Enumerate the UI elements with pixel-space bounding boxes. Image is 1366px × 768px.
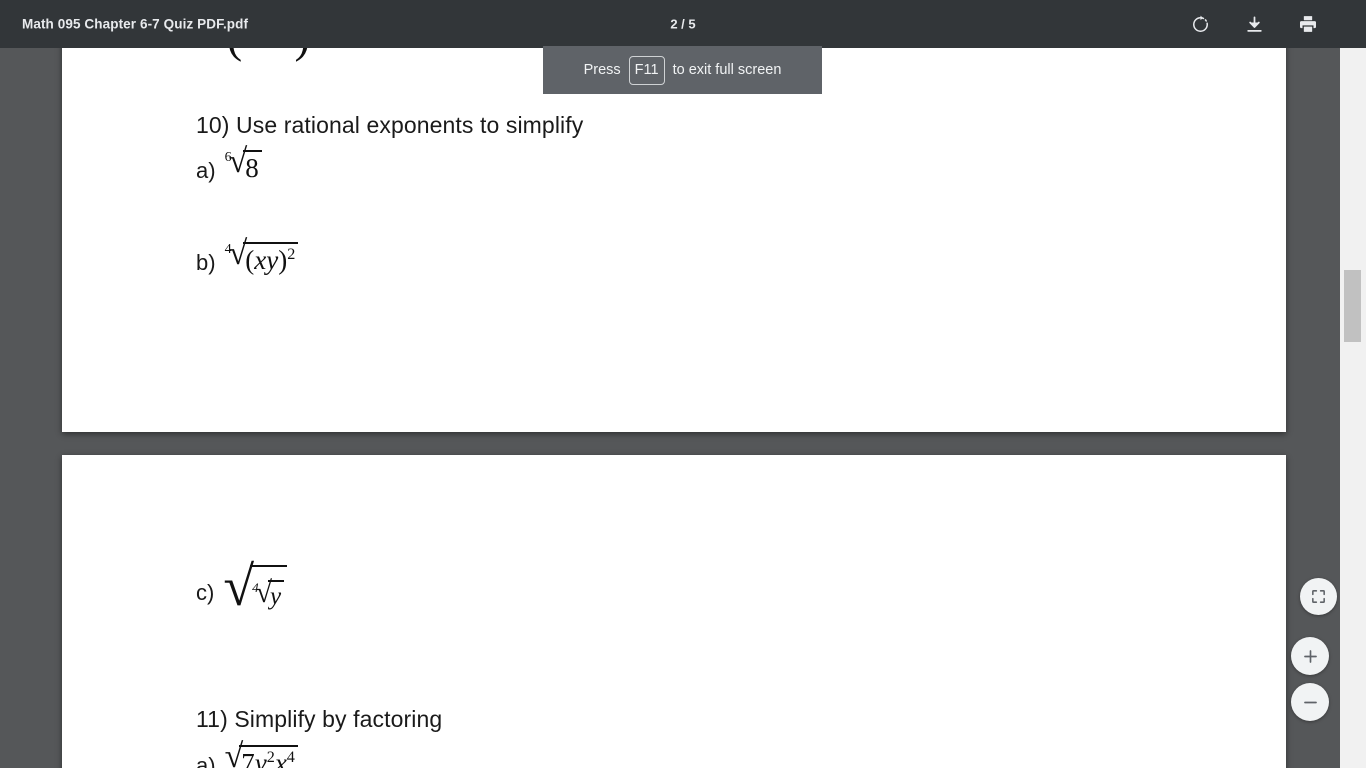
question-11-text: Simplify by factoring <box>234 706 443 732</box>
question-10-part-b: b) 4 √ (xy)2 <box>196 237 299 276</box>
fit-page-icon <box>1310 588 1327 605</box>
document-viewport[interactable]: c) (55x-4) 10) Use rational exponents to… <box>0 48 1340 768</box>
toolbar-actions <box>1186 10 1322 38</box>
question-10-part-c: c) √ 4 √ y <box>196 556 288 618</box>
scrollbar-thumb[interactable] <box>1344 270 1361 342</box>
inner-radical-expression: 4 √ y <box>252 578 285 610</box>
question-10-prompt: 10) Use rational exponents to simplify <box>196 112 583 139</box>
minus-icon <box>1301 693 1320 712</box>
pdf-viewer-window: c) (55x-4) 10) Use rational exponents to… <box>0 0 1366 768</box>
pdf-page-1: c) (55x-4) 10) Use rational exponents to… <box>62 48 1286 432</box>
outer-radicand: 4 √ y <box>250 565 288 610</box>
radical-index: 6 <box>224 150 232 165</box>
fit-page-button[interactable] <box>1300 578 1337 615</box>
rotate-button[interactable] <box>1186 10 1214 38</box>
radical-expression: 6 √ 8 <box>224 145 262 182</box>
download-button[interactable] <box>1240 10 1268 38</box>
pdf-page-2: c) √ 4 √ y 11) Simplify by factoring a) … <box>62 455 1286 768</box>
question-10-text: Use rational exponents to simplify <box>236 112 584 138</box>
pdf-toolbar: Math 095 Chapter 6-7 Quiz PDF.pdf 2 / 5 <box>0 0 1366 48</box>
part-label-a: a) <box>196 158 216 184</box>
close-paren: ) <box>294 48 309 59</box>
print-icon <box>1298 14 1318 34</box>
banner-prefix-text: Press <box>583 62 621 78</box>
rotate-icon <box>1191 15 1210 34</box>
radical-sign-icon: √ <box>223 556 255 618</box>
zoom-in-button[interactable] <box>1291 637 1329 675</box>
radicand: (xy)2 <box>243 242 299 274</box>
part-label-b: b) <box>196 250 216 276</box>
question-11-number: 11) <box>196 706 228 732</box>
question-10-part-a: a) 6 √ 8 <box>196 145 262 184</box>
part-label-a: a) <box>196 753 216 768</box>
f11-key-badge: F11 <box>628 55 665 85</box>
inner-radical-index: 4 <box>252 580 259 595</box>
question-10-number: 10) <box>196 112 230 138</box>
radical-expression: 4 √ (xy)2 <box>224 237 299 274</box>
radical-index: 4 <box>224 242 232 257</box>
outer-radical-expression: √ 4 √ y <box>223 556 288 618</box>
radical-sign-icon: √ <box>224 738 244 768</box>
fullscreen-exit-banner: Press F11 to exit full screen <box>543 46 822 94</box>
banner-suffix-text: to exit full screen <box>672 62 782 78</box>
question-11-prompt: 11) Simplify by factoring <box>196 706 442 733</box>
download-icon <box>1245 15 1264 34</box>
print-button[interactable] <box>1294 10 1322 38</box>
radicand: 7y2x4 <box>239 745 298 768</box>
radical-expression: √ 7y2x4 <box>224 738 298 768</box>
plus-icon <box>1301 647 1320 666</box>
part-label-c: c) <box>196 580 215 606</box>
document-title: Math 095 Chapter 6-7 Quiz PDF.pdf <box>22 16 249 32</box>
vertical-scrollbar[interactable] <box>1340 48 1366 768</box>
question-11-part-a: a) √ 7y2x4 <box>196 738 298 768</box>
open-paren: ( <box>227 48 242 59</box>
zoom-out-button[interactable] <box>1291 683 1329 721</box>
